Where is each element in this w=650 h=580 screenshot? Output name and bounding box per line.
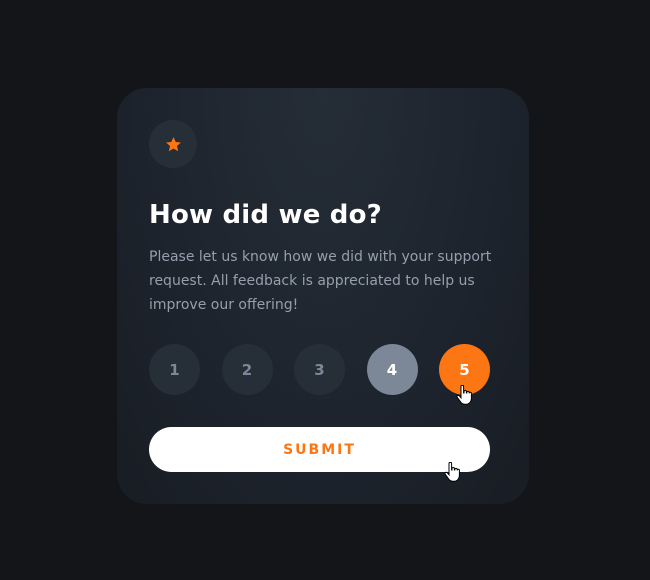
rating-button-5[interactable]: 5 bbox=[439, 344, 490, 395]
rating-options: 1 2 3 4 5 bbox=[149, 344, 490, 395]
rating-button-4[interactable]: 4 bbox=[366, 344, 418, 395]
rating-button-3[interactable]: 3 bbox=[294, 344, 345, 395]
rating-button-1[interactable]: 1 bbox=[149, 344, 200, 395]
card-description: Please let us know how we did with your … bbox=[149, 249, 492, 313]
rating-card: How did we do? Please let us know how we… bbox=[117, 88, 529, 504]
star-icon bbox=[165, 136, 182, 153]
card-title: How did we do? bbox=[149, 200, 382, 230]
submit-button[interactable]: SUBMIT bbox=[149, 427, 490, 472]
star-badge bbox=[149, 120, 197, 168]
rating-button-2[interactable]: 2 bbox=[221, 344, 273, 395]
